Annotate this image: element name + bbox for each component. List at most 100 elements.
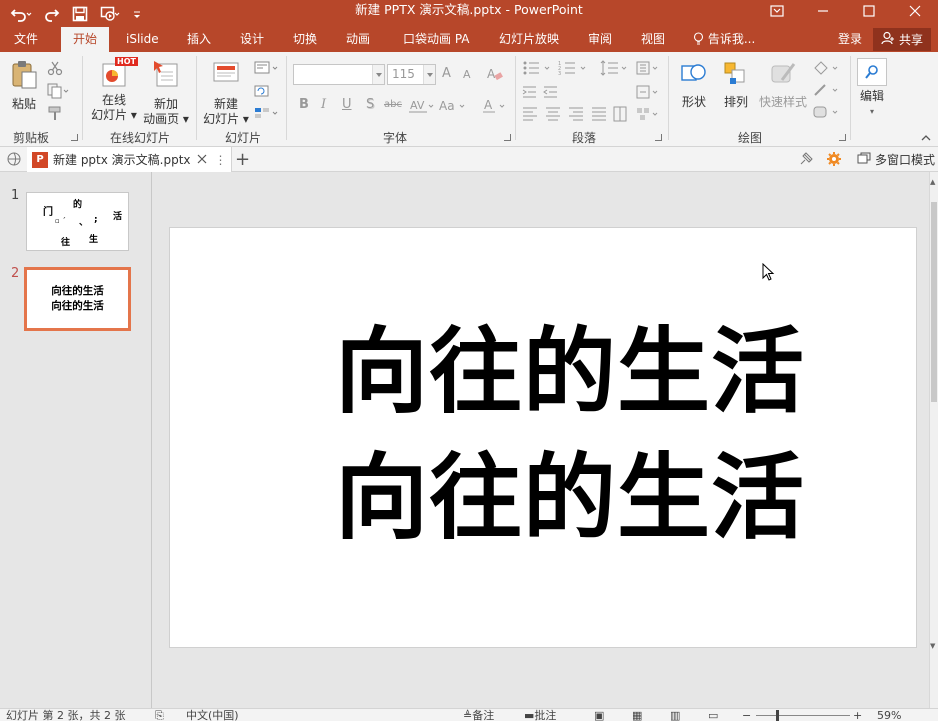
reading-view-icon[interactable]: ▥	[670, 709, 680, 721]
quick-styles-button[interactable]: 快速样式	[756, 60, 810, 110]
tell-me-label: 告诉我...	[707, 32, 756, 46]
zoom-slider[interactable]	[756, 715, 850, 716]
notes-button[interactable]: ≜ 备注	[463, 709, 494, 721]
clear-formatting-icon[interactable]: A	[486, 66, 504, 85]
document-tab[interactable]: P 新建 pptx 演示文稿.pptx ⋮	[27, 147, 232, 172]
tab-menu-icon[interactable]: ⋮	[215, 153, 227, 167]
collapse-ribbon-icon[interactable]	[920, 132, 932, 146]
tab-home[interactable]: 开始	[61, 27, 110, 52]
numbering-icon[interactable]: 123	[558, 60, 592, 79]
italic-icon[interactable]: I	[321, 97, 326, 112]
format-painter-icon[interactable]	[47, 105, 63, 124]
clipboard-group-label: 剪贴板	[13, 131, 50, 145]
shapes-icon	[675, 60, 713, 92]
font-launcher-icon[interactable]	[504, 134, 511, 141]
new-slide-label-2: 幻灯片 ▾	[203, 112, 249, 126]
close-icon[interactable]	[892, 0, 938, 22]
strikethrough-icon[interactable]: abc	[384, 99, 402, 110]
slideshow-view-icon[interactable]: ▭	[708, 709, 718, 721]
change-case-icon[interactable]: Aa	[438, 98, 466, 117]
text-direction-icon[interactable]	[636, 60, 662, 79]
slide-thumbnail-1[interactable]: 门 的 活 ▫ ˊ 、 ; 往 生	[26, 192, 129, 251]
paste-button[interactable]: 粘贴	[8, 60, 40, 112]
alignment-icons[interactable]	[522, 106, 634, 125]
section-icon[interactable]	[254, 105, 280, 124]
tab-review[interactable]: 审阅	[588, 27, 612, 52]
zoom-in-icon[interactable]: +	[853, 709, 862, 721]
comments-button[interactable]: ▬ 批注	[524, 709, 556, 721]
tab-slideshow[interactable]: 幻灯片放映	[499, 27, 559, 52]
bullets-icon[interactable]	[522, 60, 556, 79]
reset-slide-icon[interactable]	[254, 83, 270, 102]
tab-animations[interactable]: 动画	[346, 27, 370, 52]
zoom-level[interactable]: 59%	[877, 709, 901, 721]
drawing-launcher-icon[interactable]	[839, 134, 846, 141]
tell-me-box[interactable]: 告诉我...	[693, 27, 755, 52]
tab-pocket-animation[interactable]: 口袋动画 PA	[403, 27, 470, 52]
cut-icon[interactable]	[47, 60, 63, 79]
paragraph-launcher-icon[interactable]	[655, 134, 662, 141]
editing-button[interactable]: 编辑 ▾	[856, 58, 888, 119]
drawing-group-label: 绘图	[738, 131, 763, 145]
pin-icon[interactable]	[798, 151, 814, 170]
slide-text-line-2[interactable]: 向往的生活	[170, 448, 916, 548]
font-color-icon[interactable]: A	[482, 98, 508, 117]
grow-font-icon[interactable]: A	[442, 66, 451, 81]
svg-text:A: A	[484, 98, 493, 112]
current-slide[interactable]: 向往的生活 向往的生活	[169, 227, 917, 648]
shape-effects-icon[interactable]	[812, 104, 840, 123]
tab-transitions[interactable]: 切换	[293, 27, 317, 52]
underline-icon[interactable]: U	[342, 97, 352, 112]
shape-fill-icon[interactable]	[812, 60, 840, 79]
text-shadow-icon[interactable]: S	[366, 97, 374, 112]
maximize-icon[interactable]	[846, 0, 892, 22]
layout-icon[interactable]	[254, 60, 280, 79]
tab-design[interactable]: 设计	[240, 27, 264, 52]
new-animation-page-button[interactable]: 新加 动画页 ▾	[142, 58, 190, 127]
character-spacing-icon[interactable]: AV	[408, 98, 434, 117]
multi-window-mode-button[interactable]: 多窗口模式	[857, 151, 935, 168]
chevron-down-icon	[372, 65, 384, 84]
slide-sorter-view-icon[interactable]: ▦	[632, 709, 642, 721]
powerpoint-file-icon: P	[32, 151, 48, 168]
close-tab-icon[interactable]	[197, 153, 207, 167]
line-spacing-icon[interactable]	[600, 60, 630, 79]
font-name-select[interactable]	[293, 64, 385, 85]
shrink-font-icon[interactable]: A	[463, 68, 471, 81]
scrollbar-thumb[interactable]	[931, 202, 937, 402]
share-button[interactable]: 共享	[873, 28, 931, 51]
online-slides-button[interactable]: HOT 在线 幻灯片 ▾	[88, 57, 140, 123]
bold-icon[interactable]: B	[299, 97, 309, 112]
tab-insert[interactable]: 插入	[187, 27, 211, 52]
sign-in-link[interactable]: 登录	[838, 27, 862, 51]
shapes-button[interactable]: 形状	[675, 60, 713, 110]
slide-text-line-1[interactable]: 向往的生活	[170, 322, 916, 422]
slide-number: 2	[11, 266, 20, 281]
indent-icons[interactable]	[522, 84, 582, 103]
settings-gear-icon[interactable]	[826, 151, 842, 170]
slide-editing-area: 向往的生活 向往的生活	[153, 172, 929, 708]
vertical-scrollbar[interactable]: ▲ ▼	[929, 172, 938, 708]
tab-view[interactable]: 视图	[641, 27, 665, 52]
copy-icon[interactable]	[47, 83, 69, 102]
quick-styles-icon	[756, 60, 810, 92]
tab-manager-icon[interactable]	[6, 151, 22, 170]
align-text-icon[interactable]	[636, 84, 662, 103]
zoom-out-icon[interactable]: −	[742, 709, 751, 721]
clipboard-launcher-icon[interactable]	[71, 134, 78, 141]
tab-islide[interactable]: iSlide	[126, 27, 159, 52]
minimize-icon[interactable]	[800, 0, 846, 22]
tab-file[interactable]: 文件	[14, 27, 38, 52]
font-size-select[interactable]: 115	[387, 64, 436, 85]
ribbon-display-options-icon[interactable]	[754, 0, 800, 22]
new-tab-plus-icon[interactable]: +	[235, 149, 250, 170]
smartart-icon[interactable]	[636, 106, 662, 125]
language-status[interactable]: 中文(中国)	[186, 709, 239, 721]
slide-thumbnail-2[interactable]: 向往的生活 向往的生活	[24, 267, 131, 331]
normal-view-icon[interactable]: ▣	[594, 709, 604, 721]
arrange-button[interactable]: 排列	[718, 60, 754, 110]
new-slide-button[interactable]: 新建 幻灯片 ▾	[201, 58, 251, 127]
shape-outline-icon[interactable]	[812, 82, 840, 101]
zoom-slider-thumb[interactable]	[776, 710, 779, 721]
spelling-check-icon[interactable]: ⎘	[155, 709, 164, 721]
